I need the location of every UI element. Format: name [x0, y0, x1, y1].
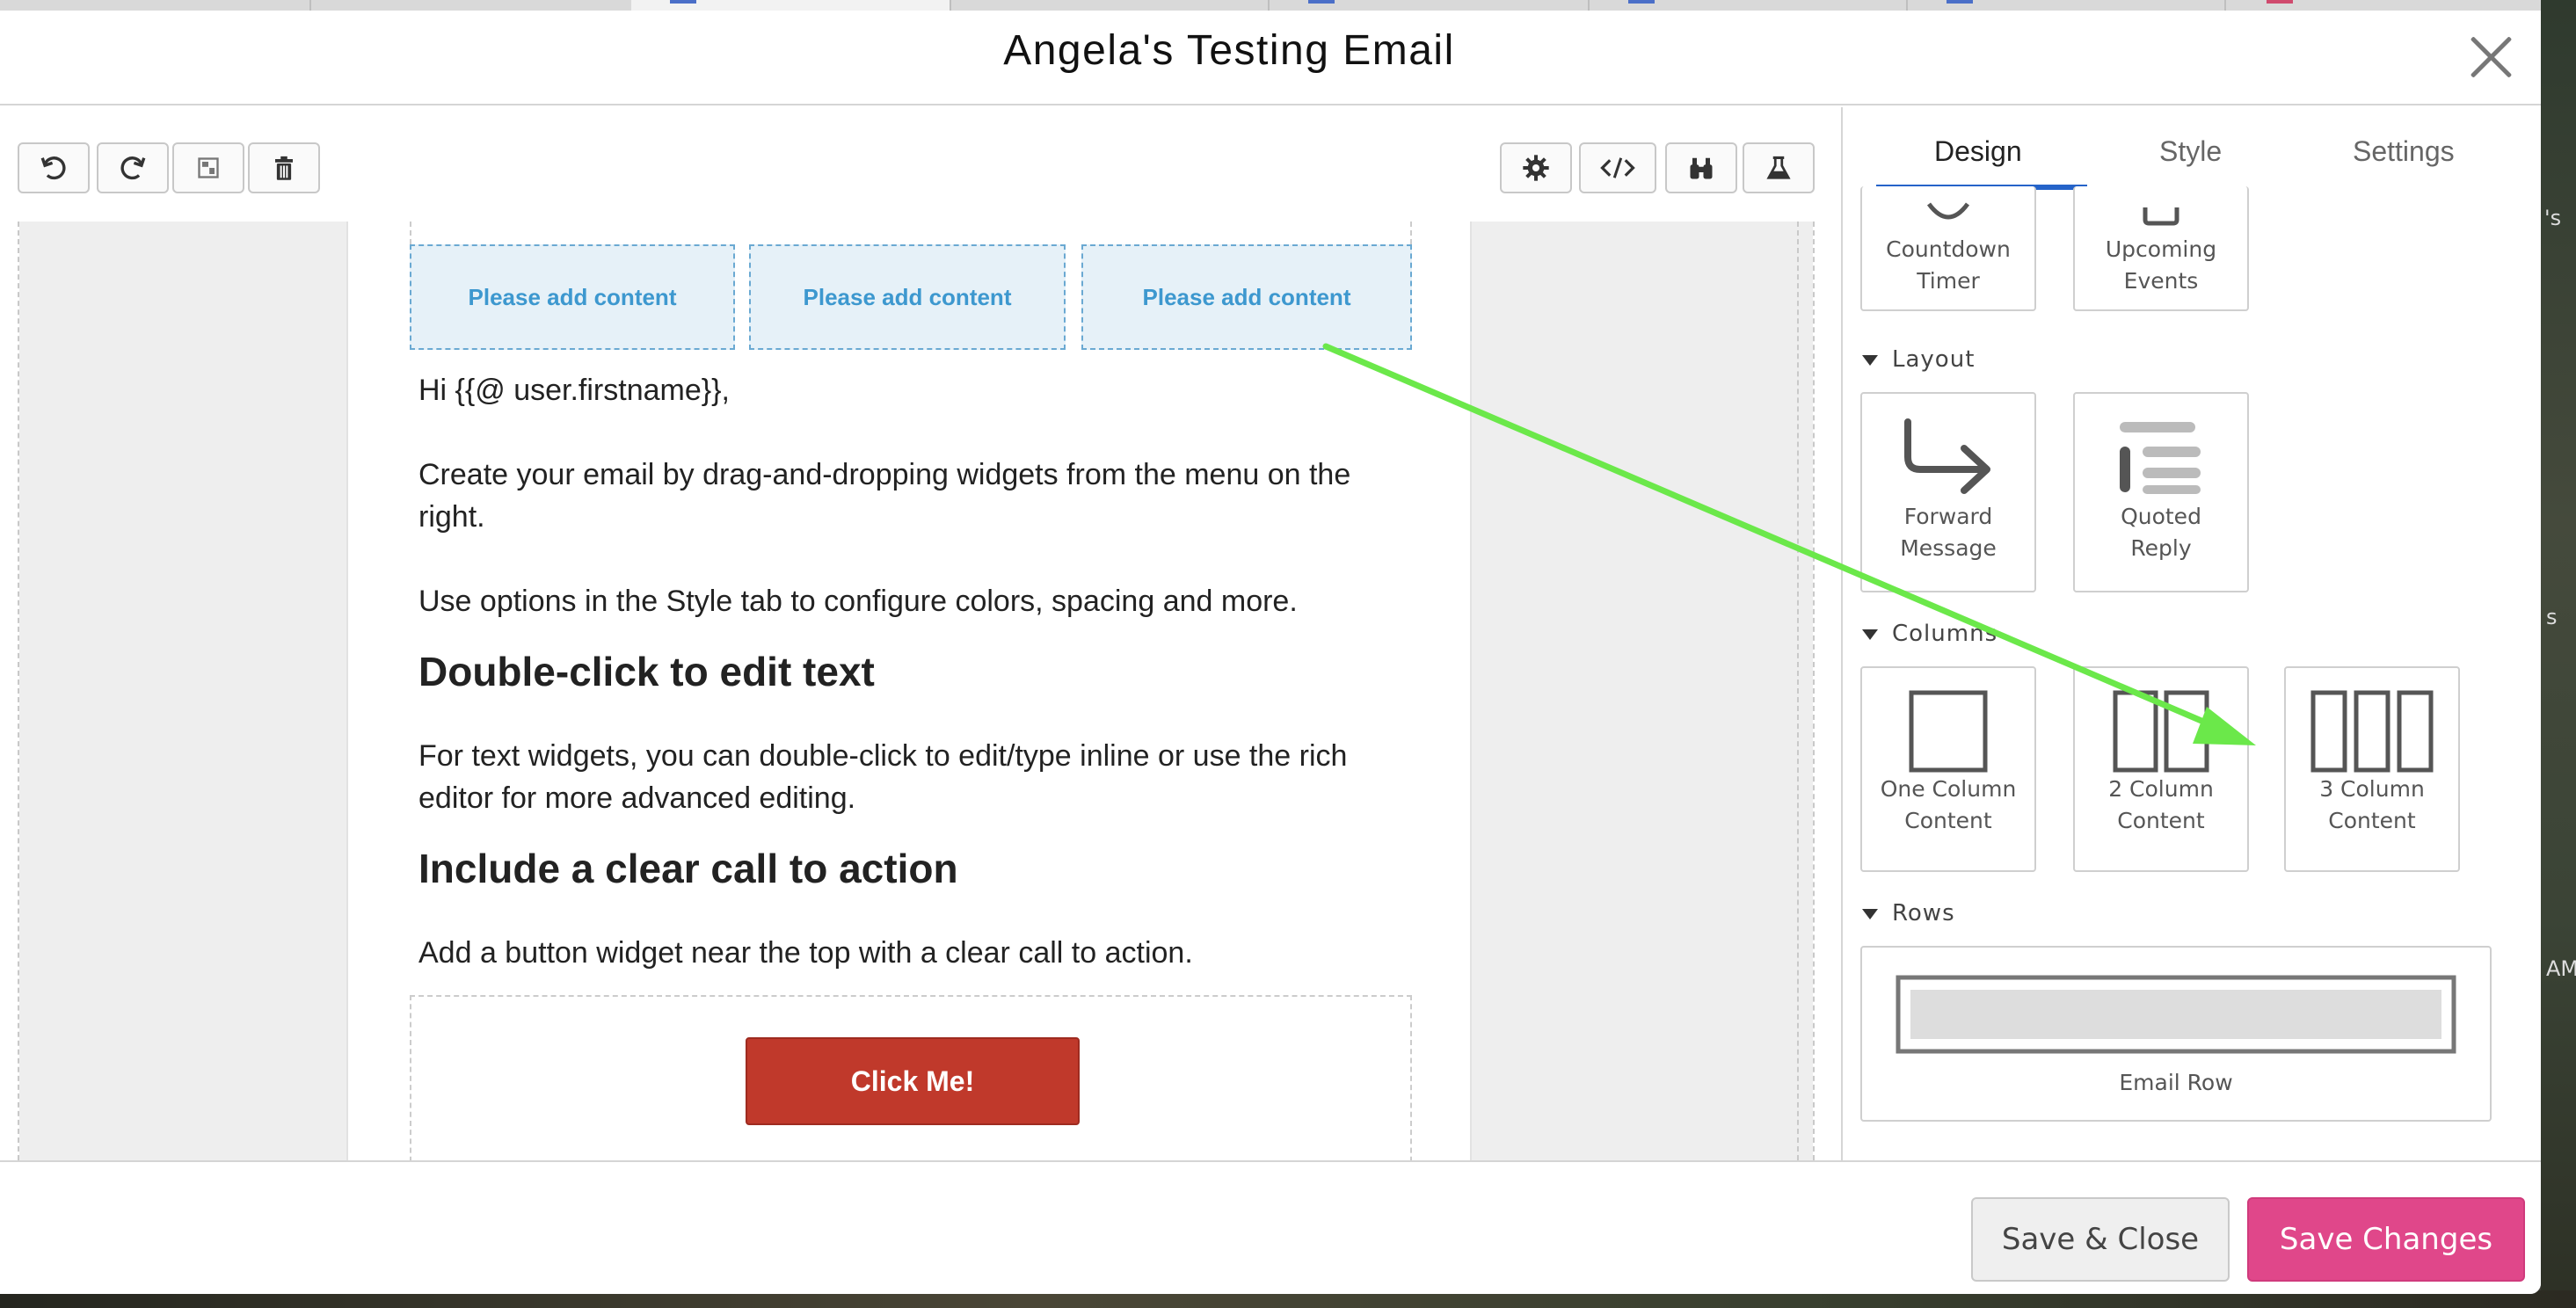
- canvas-left-gutter: [19, 222, 348, 1160]
- template-icon: [198, 157, 219, 178]
- widget-label: Email Row: [2119, 1070, 2233, 1095]
- save-close-button[interactable]: Save & Close: [1971, 1197, 2230, 1282]
- code-view-button[interactable]: [1579, 142, 1656, 193]
- widget-upcoming-events[interactable]: Upcoming Events: [2073, 186, 2249, 311]
- test-button[interactable]: [1743, 142, 1815, 193]
- preview-button[interactable]: [1665, 142, 1737, 193]
- row-icon: [1896, 975, 2456, 1054]
- email-canvas: Please add content Please add content Pl…: [18, 222, 1815, 1160]
- body-paragraph[interactable]: Use options in the Style tab to configur…: [418, 580, 1412, 622]
- redo-icon: [120, 156, 146, 180]
- widget-label: Upcoming Events: [2105, 236, 2217, 294]
- section-border: [410, 222, 1412, 244]
- section-layout[interactable]: Layout: [1862, 346, 1975, 373]
- modal-title: Angela's Testing Email: [1003, 27, 1455, 74]
- email-editor-modal: Angela's Testing Email Please add conten…: [0, 11, 2541, 1294]
- template-button[interactable]: [172, 142, 244, 193]
- widget-one-column[interactable]: One Column Content: [1860, 666, 2036, 872]
- panel-tabs: Design Style Settings: [1843, 107, 2541, 195]
- binoculars-icon: [1690, 157, 1713, 179]
- widget-three-column[interactable]: 3 Column Content: [2284, 666, 2460, 872]
- browser-tab-strip: [0, 0, 2541, 11]
- one-column-icon: [1909, 690, 1988, 773]
- quote-lines-icon: [2120, 422, 2201, 494]
- section-heading[interactable]: Double-click to edit text: [418, 647, 1412, 696]
- widget-label: Quoted Reply: [2121, 504, 2201, 561]
- email-body: Please add content Please add content Pl…: [410, 222, 1412, 1160]
- two-column-icon: [2113, 690, 2209, 773]
- delete-button[interactable]: [248, 142, 320, 193]
- three-column-row[interactable]: Please add content Please add content Pl…: [410, 244, 1412, 350]
- widget-label: 3 Column Content: [2319, 776, 2425, 833]
- caret-down-icon: [1862, 908, 1878, 919]
- widget-forward-message[interactable]: Forward Message: [1860, 392, 2036, 592]
- greeting-text[interactable]: Hi {{@ user.firstname}},: [418, 369, 1412, 411]
- code-icon: [1600, 157, 1635, 178]
- background-text: AM: [2546, 956, 2576, 981]
- section-rows[interactable]: Rows: [1862, 900, 1955, 926]
- widget-list: Countdown Timer Upcoming Events Layout F…: [1843, 186, 2541, 1160]
- widget-label: Forward Message: [1900, 504, 1997, 561]
- three-column-icon: [2310, 690, 2434, 773]
- widget-quoted-reply[interactable]: Quoted Reply: [2073, 392, 2249, 592]
- section-title: Layout: [1892, 346, 1976, 373]
- widget-countdown-timer[interactable]: Countdown Timer: [1860, 186, 2036, 311]
- widget-email-row[interactable]: Email Row: [1860, 946, 2492, 1122]
- desktop-background: [2541, 0, 2576, 1308]
- widget-label: Countdown Timer: [1886, 236, 2011, 294]
- caret-down-icon: [1862, 629, 1878, 640]
- forward-arrow-icon: [1904, 418, 1990, 494]
- editor-area: Please add content Please add content Pl…: [0, 107, 1841, 1160]
- tab-design[interactable]: Design: [1934, 135, 2022, 168]
- undo-button[interactable]: [18, 142, 90, 193]
- section-columns[interactable]: Columns: [1862, 621, 1997, 647]
- body-paragraph[interactable]: Create your email by drag-and-dropping w…: [418, 454, 1412, 538]
- background-text: s: [2546, 605, 2558, 629]
- widget-label: 2 Column Content: [2108, 776, 2214, 833]
- background-text: 's: [2544, 206, 2562, 230]
- caret-down-icon: [1862, 354, 1878, 366]
- redo-button[interactable]: [97, 142, 169, 193]
- widget-two-column[interactable]: 2 Column Content: [2073, 666, 2249, 872]
- modal-header: Angela's Testing Email: [0, 11, 2541, 105]
- timer-icon: [1926, 202, 1970, 220]
- gear-icon: [1523, 155, 1549, 181]
- section-heading[interactable]: Include a clear call to action: [418, 844, 1412, 893]
- close-icon[interactable]: [2463, 30, 2518, 84]
- section-title: Columns: [1892, 621, 1998, 647]
- cta-button[interactable]: Click Me!: [746, 1037, 1080, 1125]
- flask-icon: [1766, 156, 1791, 179]
- section-title: Rows: [1892, 900, 1955, 926]
- trash-icon: [275, 156, 293, 180]
- widget-panel: Design Style Settings Countdown Timer Up…: [1841, 107, 2541, 1160]
- widget-label: One Column Content: [1880, 776, 2017, 833]
- undo-icon: [40, 156, 66, 180]
- tab-settings[interactable]: Settings: [2353, 135, 2455, 168]
- body-paragraph[interactable]: For text widgets, you can double-click t…: [418, 735, 1412, 819]
- canvas-right-gutter: [1470, 222, 1813, 1160]
- modal-footer: Save & Close Save Changes: [0, 1160, 2541, 1294]
- tab-style[interactable]: Style: [2159, 135, 2222, 168]
- button-widget[interactable]: Click Me!: [410, 995, 1412, 1160]
- save-changes-button[interactable]: Save Changes: [2247, 1197, 2525, 1282]
- column-placeholder[interactable]: Please add content: [410, 244, 735, 350]
- body-paragraph[interactable]: Add a button widget near the top with a …: [418, 932, 1412, 974]
- column-placeholder[interactable]: Please add content: [749, 244, 1066, 350]
- column-placeholder[interactable]: Please add content: [1081, 244, 1412, 350]
- settings-button[interactable]: [1500, 142, 1572, 193]
- calendar-icon: [2143, 207, 2179, 226]
